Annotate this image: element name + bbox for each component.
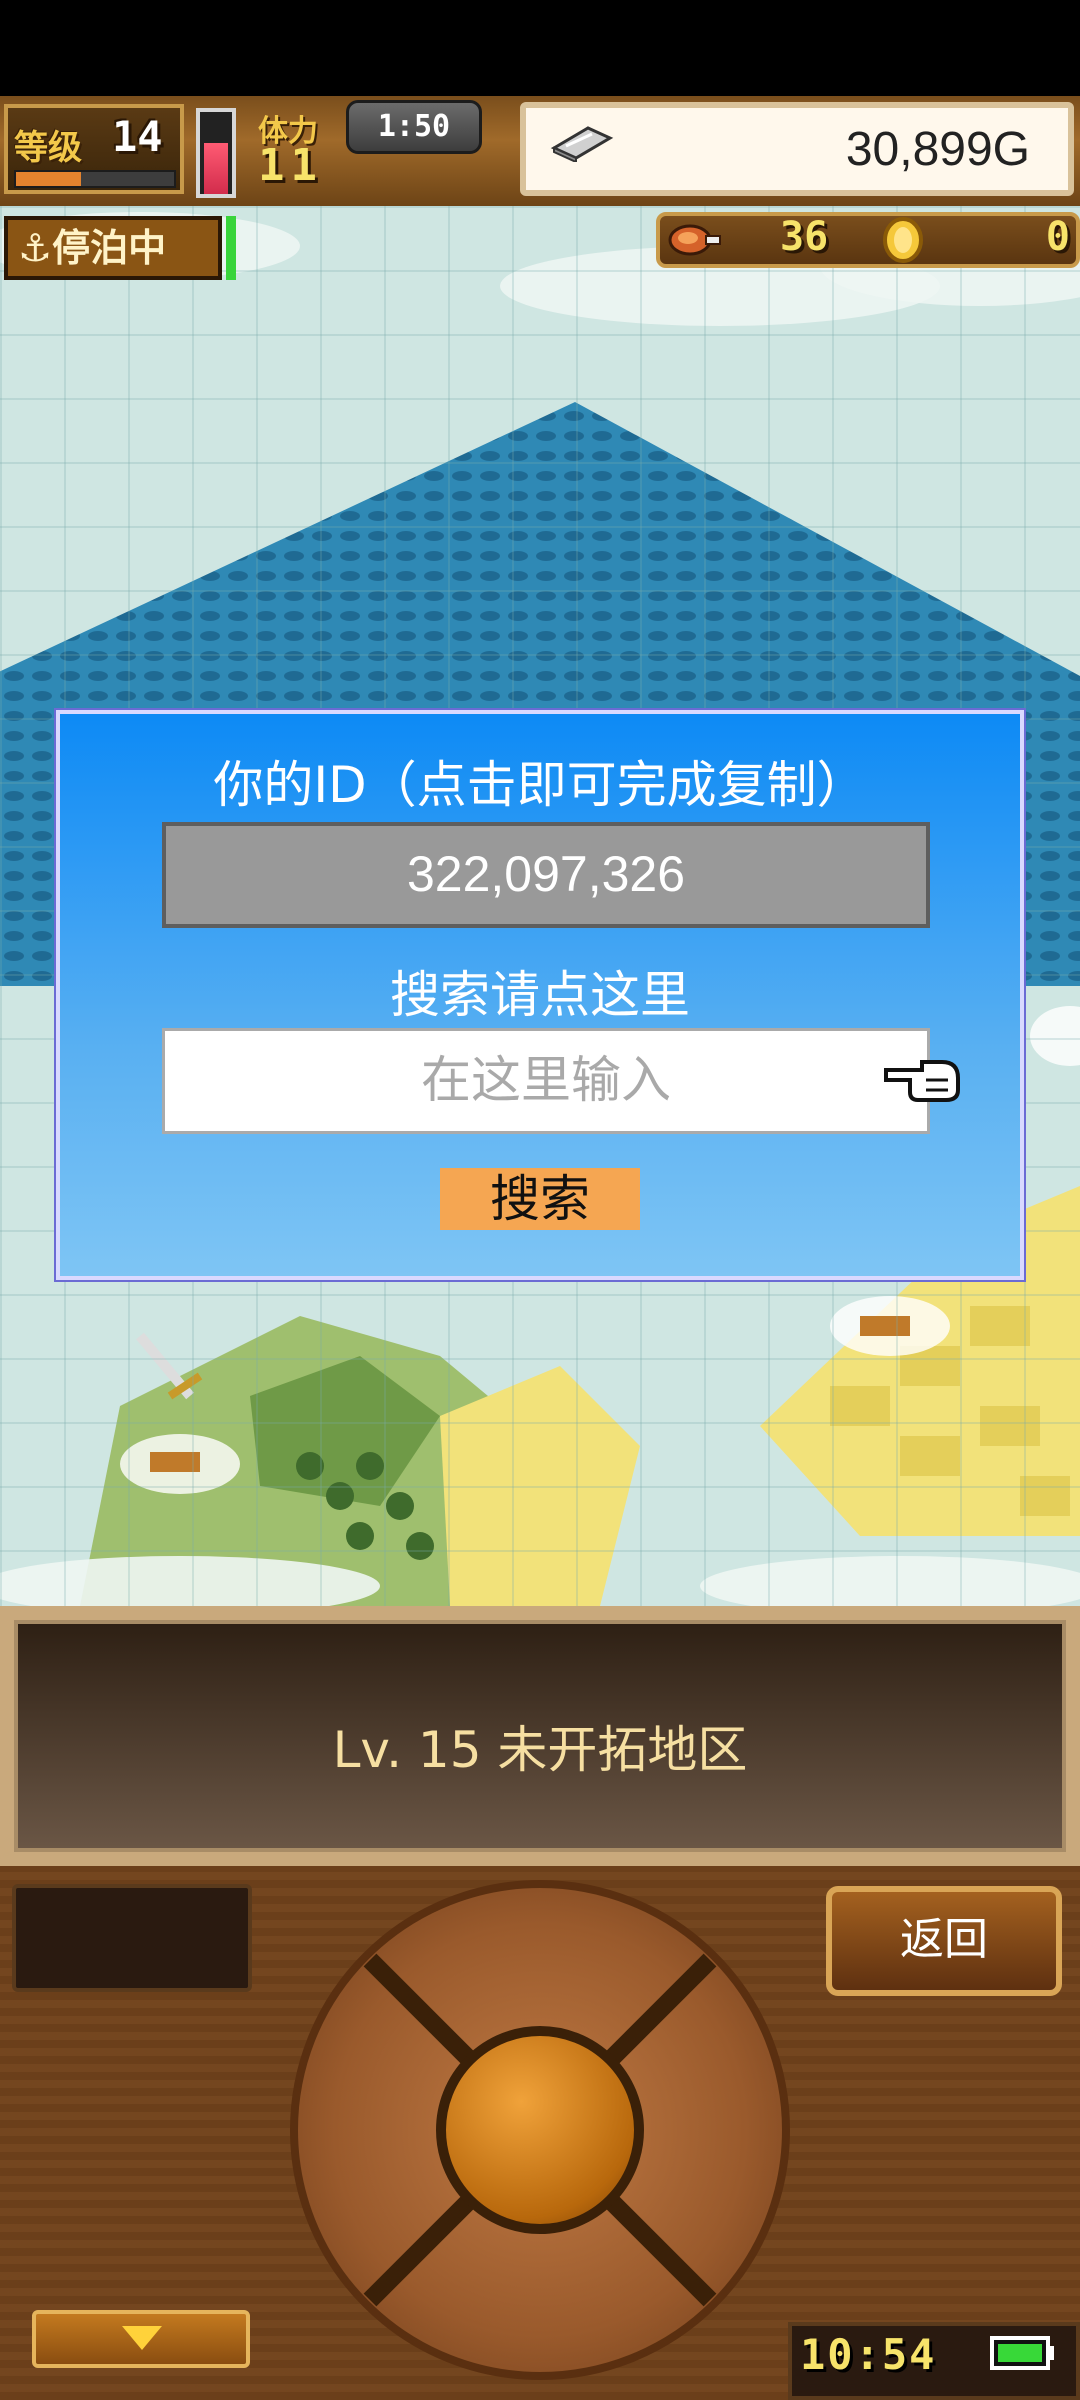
dpad-center-button[interactable] (436, 2026, 644, 2234)
food-value: 36 (780, 214, 829, 260)
dock-indicator (226, 216, 236, 280)
player-id-copy-box[interactable]: 322,097,326 (162, 822, 930, 928)
system-status-bar (0, 0, 1080, 96)
battery-icon (990, 2336, 1054, 2370)
search-input[interactable]: 在这里输入 (162, 1028, 930, 1134)
dialog-title: 你的ID（点击即可完成复制） (213, 756, 867, 814)
silver-ingot-icon (550, 126, 614, 162)
meat-icon (668, 224, 721, 256)
search-hint-label: 搜索请点这里 (390, 966, 690, 1024)
region-label: Lv. 15 未开拓地区 (332, 1721, 748, 1779)
docked-status-badge: ⚓停泊中 (4, 216, 222, 280)
gold-coin-icon (883, 217, 923, 263)
empty-slot (12, 1884, 252, 1992)
level-label: 等级 (14, 128, 82, 168)
hand-pointer-icon (884, 1060, 960, 1102)
stamina-gauge-fill (204, 143, 228, 194)
clock: 10:54 (800, 2330, 937, 2379)
search-button[interactable]: 搜索 (440, 1168, 640, 1230)
chevron-down-icon (122, 2326, 162, 2350)
stamina-gauge (196, 108, 236, 198)
stamina-timer: 1:50 (346, 100, 482, 154)
exp-bar-fill (16, 172, 81, 186)
level-value: 14 (112, 112, 163, 161)
gold-value: 30,899G (845, 123, 1030, 176)
coin-value: 0 (1045, 214, 1070, 260)
stamina-value: 11 (258, 140, 323, 191)
back-button[interactable]: 返回 (826, 1886, 1062, 1996)
